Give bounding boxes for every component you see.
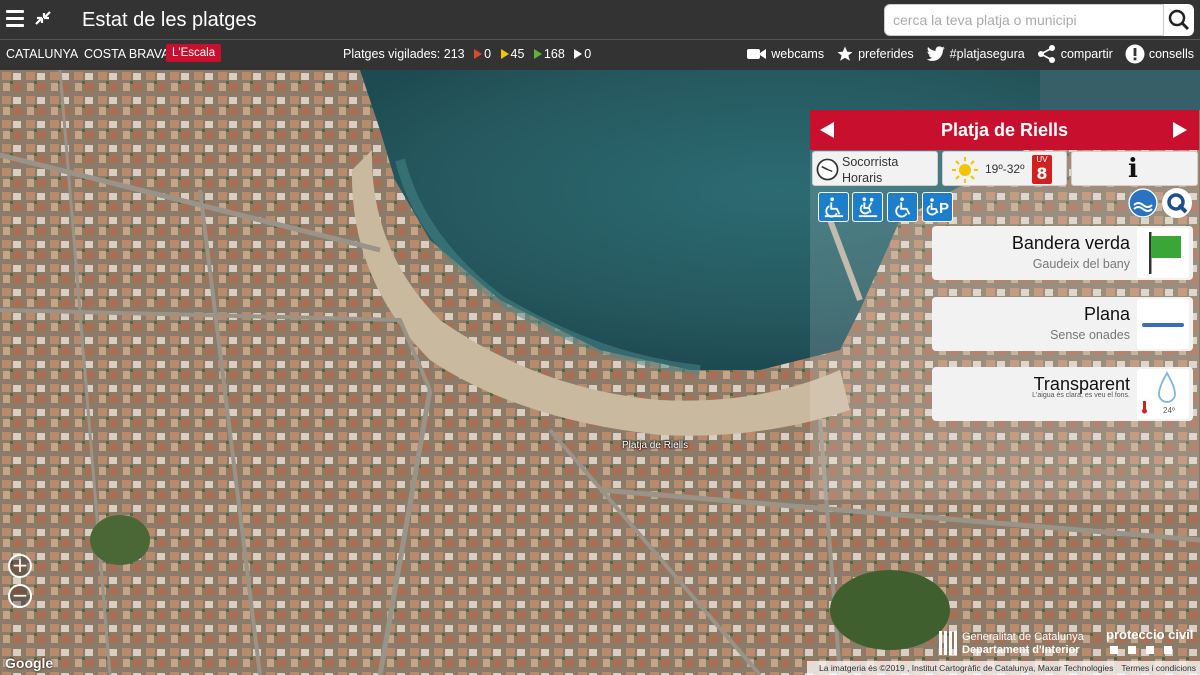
waves-status-title: Plana <box>1083 304 1130 324</box>
beach-stats: Platges vigilades: 213 0 45 168 0 <box>343 47 591 61</box>
breadcrumb-area[interactable]: COSTA BRAVA <box>84 47 169 61</box>
share-label: compartir <box>1060 47 1113 61</box>
favorites-button[interactable]: preferides <box>836 45 914 63</box>
stats-none-count: 0 <box>584 47 592 61</box>
uv-index-badge: UV 8 <box>1032 155 1052 184</box>
search-icon[interactable] <box>1164 4 1194 36</box>
zoom-in-button[interactable]: + <box>8 554 32 578</box>
svg-text:P: P <box>939 200 949 217</box>
clock-icon <box>816 158 839 181</box>
weather-card: 19º-32º UV 8 <box>942 151 1067 186</box>
share-icon <box>1037 45 1055 63</box>
department-name: Departament d'Interior <box>962 644 1080 656</box>
uv-value: 8 <box>1036 164 1048 183</box>
google-logo: Google <box>5 655 54 671</box>
top-bar: Estat de les platges <box>0 0 1200 40</box>
share-button[interactable]: compartir <box>1037 44 1113 64</box>
terms-link[interactable]: Termes i condicions <box>1121 663 1196 673</box>
gencat-name: Generalitat de Catalunya <box>962 631 1084 643</box>
yellow-flag-icon <box>500 49 509 59</box>
app-title: Estat de les platges <box>82 9 257 31</box>
stats-yellow-count: 45 <box>510 47 525 61</box>
webcams-button[interactable]: webcams <box>747 47 824 61</box>
red-flag-icon <box>474 49 483 59</box>
gencat-logo[interactable]: Generalitat de Catalunya Departament d'I… <box>938 631 1084 657</box>
gencat-emblem-icon <box>939 631 957 655</box>
disabled-parking-icon[interactable]: P <box>922 192 953 222</box>
civil-protection-logo[interactable]: proteccio civil <box>1106 627 1193 657</box>
civil-protection-name: proteccio civil <box>1106 627 1194 642</box>
stats-green-count: 168 <box>543 47 565 61</box>
map-attribution: La imatgeria és ©2019 , Institut Cartogr… <box>807 661 1200 675</box>
no-flag-icon <box>574 49 583 59</box>
wheelchair-access-icon[interactable] <box>818 192 849 222</box>
waves-status-card: Plana Sense onades <box>932 297 1193 351</box>
stats-red-count: 0 <box>484 47 492 61</box>
water-status-card: Transparent L'aigua és clara, es veu el … <box>932 367 1193 421</box>
lifeguard-schedule-button[interactable]: Socorrista Horaris <box>812 151 938 186</box>
webcams-label: webcams <box>771 47 825 61</box>
schedule-label: Horaris <box>842 171 883 185</box>
sub-bar: CATALUNYA COSTA BRAVA L'Escala Platges v… <box>0 40 1200 70</box>
search-input[interactable] <box>884 4 1164 36</box>
waves-status-subtitle: Sense onades <box>1050 328 1130 342</box>
favorites-label: preferides <box>858 47 914 61</box>
tips-label: consells <box>1148 47 1194 61</box>
compress-icon[interactable] <box>34 8 52 28</box>
flag-status-title: Bandera verda <box>1011 233 1130 253</box>
blue-flag-icon[interactable] <box>1128 188 1158 218</box>
lifeguard-label: Socorrista <box>842 155 899 169</box>
water-drop-icon: 24º <box>1137 369 1189 419</box>
next-beach-icon[interactable] <box>1173 122 1187 138</box>
imagery-credit: La imatgeria és ©2019 , Institut Cartogr… <box>819 663 1114 673</box>
tips-button[interactable]: consells <box>1125 44 1194 64</box>
zoom-out-button[interactable]: − <box>8 584 32 608</box>
hashtag-label: #platjasegura <box>949 47 1025 61</box>
twitter-icon <box>926 46 945 61</box>
green-flag-icon <box>533 49 542 59</box>
camera-icon <box>747 49 767 59</box>
assisted-bathing-icon[interactable] <box>852 192 883 222</box>
flag-status-card: Bandera verda Gaudeix del bany <box>932 226 1193 280</box>
sun-icon <box>952 157 978 183</box>
toolbar: webcams preferides #platjasegura compart… <box>741 44 1194 64</box>
stats-label: Platges vigilades: 213 <box>343 47 465 61</box>
exclamation-icon <box>1125 44 1145 64</box>
info-icon: i <box>1128 154 1138 184</box>
adapted-access-icon[interactable] <box>887 192 918 222</box>
water-status-subtitle: L'aigua és clara, es veu el fons. <box>1032 392 1130 399</box>
info-button[interactable]: i <box>1071 151 1198 186</box>
menu-icon[interactable] <box>6 10 24 28</box>
water-temperature: 24º <box>1163 406 1175 415</box>
green-flag-status-icon <box>1137 228 1189 278</box>
flag-status-subtitle: Gaudeix del bany <box>1032 257 1130 271</box>
star-icon <box>837 46 853 61</box>
beach-name: Platja de Riells <box>940 120 1069 140</box>
twitter-button[interactable]: #platjasegura <box>926 46 1025 62</box>
civil-protection-dots-icon <box>1106 642 1193 657</box>
quality-certificate-icon[interactable] <box>1162 188 1192 218</box>
calm-sea-icon <box>1137 299 1189 349</box>
beach-panel: Platja de Riells Socorrista Horaris 19º-… <box>810 110 1199 500</box>
breadcrumb-municipality[interactable]: L'Escala <box>166 44 222 62</box>
map-beach-label[interactable]: Platja de Riells <box>622 440 688 451</box>
beach-header: Platja de Riells <box>810 110 1199 150</box>
breadcrumb-region[interactable]: CATALUNYA <box>6 47 78 61</box>
temperature-range: 19º-32º <box>985 162 1025 176</box>
